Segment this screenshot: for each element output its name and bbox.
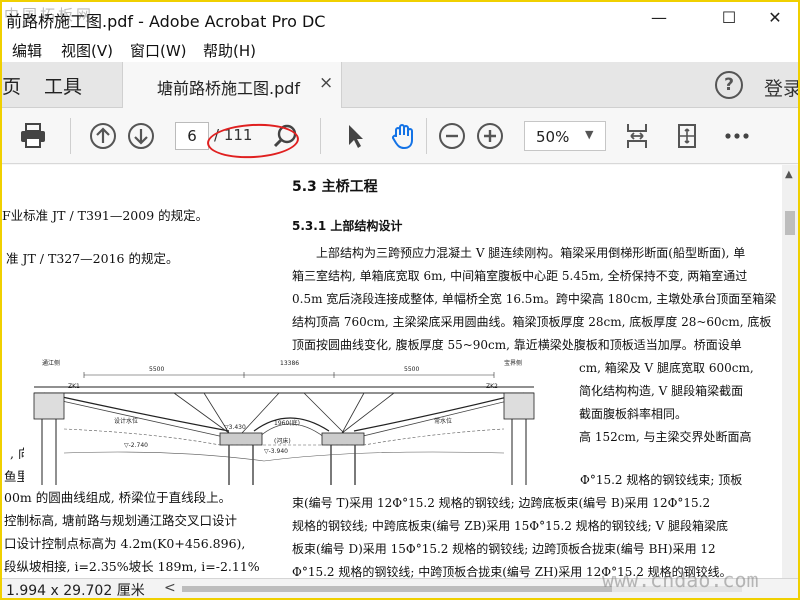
subsection-heading: 5.3.1 上部结构设计 — [292, 219, 403, 233]
tab-tools[interactable]: 工具 — [44, 72, 82, 99]
maximize-button[interactable]: ☐ — [706, 2, 752, 34]
drawing-dim-center: 13386 — [280, 360, 299, 367]
minimize-button[interactable]: — — [636, 2, 682, 34]
zoom-in-icon[interactable] — [475, 121, 505, 151]
body-fragment-4: 高 152cm, 与主梁交界处断面高 — [579, 430, 752, 444]
window-title: 前路桥施工图.pdf - Adobe Acrobat Pro DC — [6, 12, 326, 31]
section-heading: 5.3 主桥工程 — [292, 179, 378, 195]
doc-left-line-5: 00m 的圆曲线组成, 桥梁位于直线段上。 — [4, 490, 232, 505]
acrobat-window: 中国拓板网 前路桥施工图.pdf - Adobe Acrobat Pro DC … — [2, 2, 798, 598]
drawing-note-c: (河床) — [274, 437, 291, 445]
fit-page-icon[interactable] — [622, 121, 652, 151]
drawing-note-d: 1960(底) — [274, 419, 300, 427]
zoom-value: 50% — [536, 128, 570, 146]
page-size-readout: 1.994 x 29.702 厘米 — [6, 583, 145, 598]
drawing-dim-left: 5500 — [149, 366, 164, 373]
body-line-2: 箱三室结构, 单箱底宽取 6m, 中间箱室腹板中心距 5.45m, 全桥保持不变… — [292, 269, 748, 283]
body-fragment-2: 简化结构构造, V 腿段箱梁截面 — [579, 384, 744, 398]
previous-page-icon[interactable] — [88, 121, 118, 151]
watermark-bottom-right: www.cndao.com — [602, 568, 759, 592]
drawing-label-right: 宝界侧 — [504, 359, 522, 367]
body-fragment-3: 截面腹板斜率相同。 — [579, 407, 688, 421]
doc-left-line-1: F业标准 JT / T391—2009 的规定。 — [2, 208, 209, 223]
scroll-up-icon[interactable]: ▲ — [785, 169, 793, 180]
doc-left-line-6: 控制标高, 塘前路与规划通江路交叉口设计 — [4, 513, 237, 528]
toolbar-separator — [70, 118, 71, 154]
bridge-elevation-drawing: 5500 13386 5500 通江侧 宝界侧 ZK1 ZK2 ▽3.430 ▽… — [24, 353, 544, 485]
doc-left-line-8: 段纵坡相接, i=2.35%坡长 189m, i=-2.11% — [4, 559, 260, 574]
drawing-elev-a: ▽3.430 — [224, 424, 246, 431]
hand-tool-icon[interactable] — [388, 121, 418, 151]
body-line-3: 0.5m 宽后浇段连接成整体, 单幅桥全宽 16.5m。跨中梁高 180cm, … — [292, 292, 777, 306]
body-fragment-1: cm, 箱梁及 V 腿底宽取 600cm, — [579, 361, 754, 375]
body-line-4: 结构顶高 760cm, 主梁梁底采用圆曲线。箱梁顶板厚度 28cm, 底板厚度 … — [292, 315, 772, 329]
menu-view[interactable]: 视图(V) — [61, 40, 113, 61]
toolbar: 6 / 111 50% ▼ — [2, 108, 798, 164]
doc-left-line-2: 准 JT / T327—2016 的规定。 — [6, 251, 179, 266]
drawing-label-left: 通江侧 — [42, 359, 60, 367]
zoom-out-icon[interactable] — [437, 121, 467, 151]
drawing-elev-c: ▽-2.740 — [124, 442, 148, 449]
select-cursor-icon[interactable] — [340, 121, 370, 151]
next-page-icon[interactable] — [126, 121, 156, 151]
body-lower-line-4: 板束(编号 D)采用 15Φ°15.2 规格的钢铰线; 边跨顶板合拢束(编号 B… — [292, 542, 716, 556]
tab-home[interactable]: 页 — [2, 72, 21, 99]
drawing-elev-b: ▽-3.940 — [264, 448, 288, 455]
toolbar-separator — [426, 118, 427, 154]
full-screen-icon[interactable] — [672, 121, 702, 151]
scroll-left-icon[interactable]: < — [164, 580, 176, 596]
menu-help[interactable]: 帮助(H) — [203, 40, 256, 61]
document-view[interactable]: F业标准 JT / T391—2009 的规定。 准 JT / T327—201… — [2, 165, 782, 578]
body-lower-line-1: Φ°15.2 规格的钢铰线束; 顶板 — [580, 473, 743, 487]
page-number-input[interactable]: 6 — [175, 122, 209, 150]
tab-bar: 页 工具 塘前路桥施工图.pdf × ? 登录 — [2, 62, 798, 108]
drawing-pier-left: ZK1 — [68, 383, 80, 390]
body-line-1: 上部结构为三跨预应力混凝土 V 腿连续刚构。箱梁采用倒梯形断面(船型断面), 单 — [316, 246, 746, 260]
chevron-down-icon: ▼ — [585, 128, 594, 141]
zoom-select[interactable]: 50% ▼ — [524, 121, 606, 151]
drawing-note-a: 设计水位 — [114, 417, 138, 425]
menu-window[interactable]: 窗口(W) — [130, 40, 187, 61]
drawing-dim-right: 5500 — [404, 366, 419, 373]
drawing-pier-right: ZK2 — [486, 383, 498, 390]
tab-document-label: 塘前路桥施工图.pdf — [157, 79, 301, 98]
menu-bar: 编辑 视图(V) 窗口(W) 帮助(H) — [2, 34, 798, 62]
title-bar: 中国拓板网 前路桥施工图.pdf - Adobe Acrobat Pro DC … — [2, 2, 798, 34]
help-icon[interactable]: ? — [715, 71, 743, 99]
print-icon[interactable] — [18, 121, 48, 151]
more-options-icon[interactable] — [722, 121, 752, 151]
tab-document[interactable]: 塘前路桥施工图.pdf × — [122, 62, 342, 108]
login-button[interactable]: 登录 — [764, 74, 798, 101]
vertical-scroll-thumb[interactable] — [785, 211, 795, 235]
body-line-5: 顶面按圆曲线变化, 腹板厚度 55~90cm, 靠近横梁处腹板和顶板适当加厚。桥… — [292, 338, 742, 352]
body-lower-line-3: 规格的钢铰线; 中跨底板束(编号 ZB)采用 15Φ°15.2 规格的钢铰线; … — [292, 519, 728, 533]
vertical-scrollbar[interactable]: ▲ — [782, 165, 798, 578]
menu-edit[interactable]: 编辑 — [12, 40, 42, 61]
drawing-note-b: 常水位 — [434, 417, 452, 425]
body-lower-line-2: 束(编号 T)采用 12Φ°15.2 规格的钢铰线; 边跨底板束(编号 B)采用… — [292, 496, 711, 510]
tab-close-icon[interactable]: × — [319, 73, 333, 93]
toolbar-separator — [320, 118, 321, 154]
close-button[interactable]: ✕ — [752, 2, 798, 34]
doc-left-line-7: 口设计控制点标高为 4.2m(K0+456.896), — [4, 536, 246, 551]
